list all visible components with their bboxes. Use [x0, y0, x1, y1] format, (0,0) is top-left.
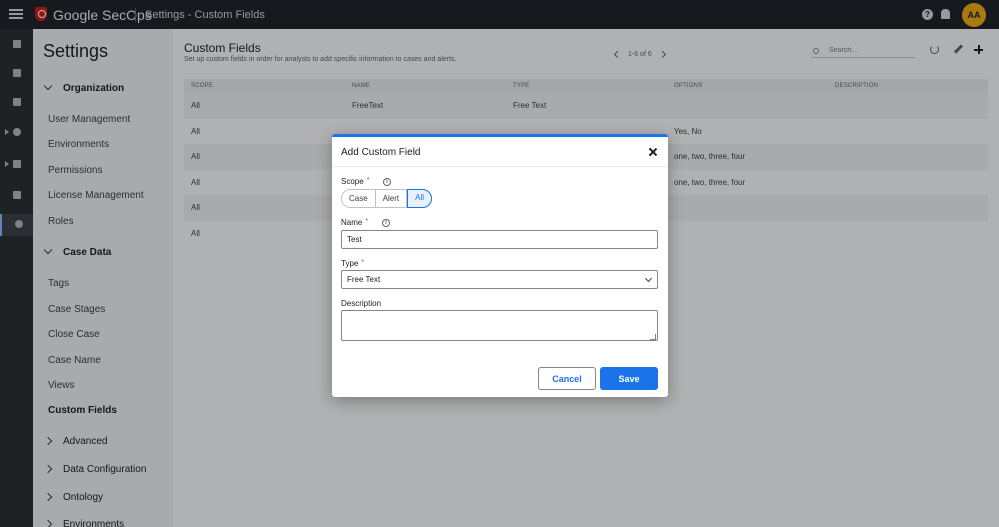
cancel-button[interactable]: Cancel — [538, 367, 596, 390]
save-button[interactable]: Save — [600, 367, 658, 390]
name-field[interactable] — [341, 230, 658, 249]
add-custom-field-dialog: Add Custom Field Scope * i Case Alert All… — [332, 134, 668, 397]
description-label: Description — [341, 299, 382, 308]
name-label: Name * — [341, 218, 368, 227]
type-select[interactable]: Free Text — [341, 270, 658, 289]
type-label: Type * — [341, 259, 364, 268]
scope-option-alert[interactable]: Alert — [375, 190, 408, 207]
required-mark: * — [366, 177, 370, 184]
name-label-text: Name — [341, 218, 363, 227]
scope-segmented-control: Case Alert All — [341, 189, 433, 208]
dialog-divider — [332, 166, 668, 167]
type-select-value: Free Text — [347, 275, 381, 284]
scope-label-text: Scope — [341, 177, 364, 186]
name-info-icon[interactable]: i — [382, 219, 390, 227]
dialog-title: Add Custom Field — [341, 147, 421, 158]
close-icon[interactable] — [648, 147, 658, 157]
scope-label: Scope * — [341, 177, 369, 186]
scope-option-all[interactable]: All — [407, 189, 433, 208]
scope-info-icon[interactable]: i — [383, 178, 391, 186]
description-textarea[interactable] — [341, 310, 658, 341]
resize-handle-icon[interactable] — [650, 334, 656, 340]
scope-option-case[interactable]: Case — [342, 190, 376, 207]
chevron-down-icon — [644, 274, 653, 283]
type-label-text: Type — [341, 259, 359, 268]
required-mark: * — [365, 218, 369, 225]
required-mark: * — [361, 259, 365, 266]
